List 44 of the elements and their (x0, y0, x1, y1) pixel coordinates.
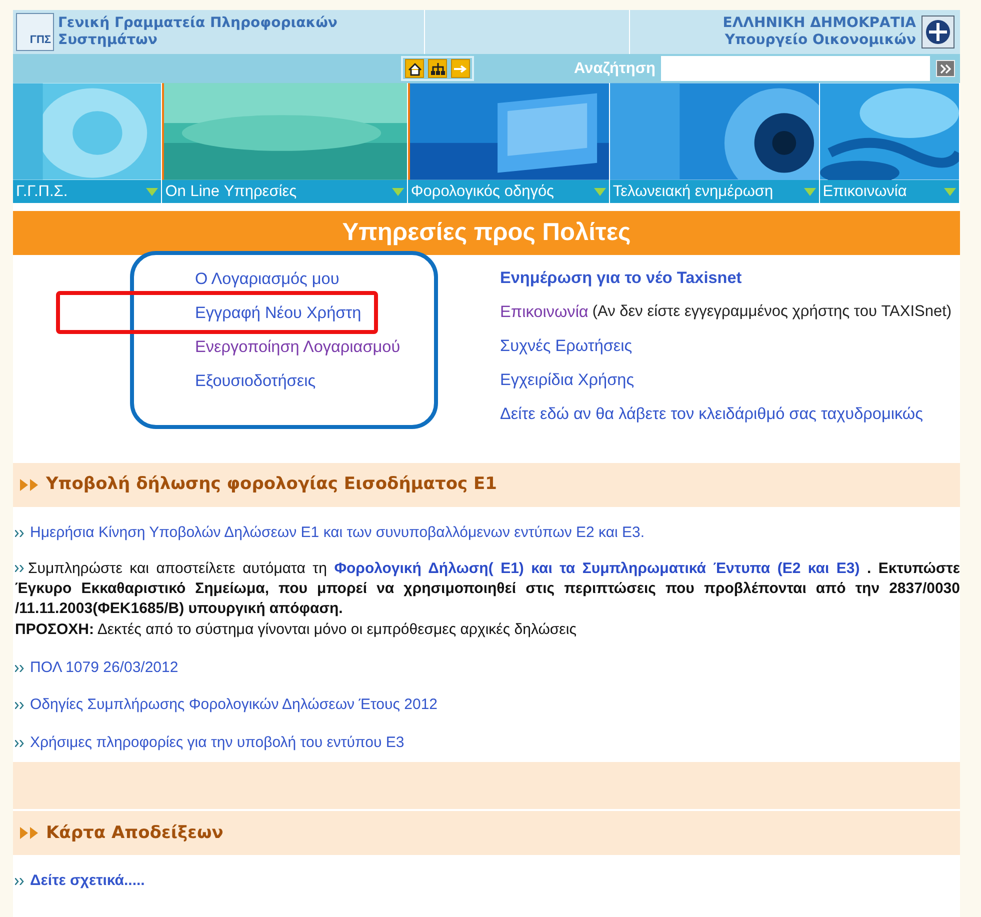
double-chevron-icon (940, 64, 952, 74)
content-link[interactable]: Χρήσιμες πληροφορίες για την υποβολή του εντύπου Ε3 (30, 732, 404, 754)
home-icon (406, 60, 422, 76)
content-link[interactable]: ΠΟΛ 1079 26/03/2012 (30, 656, 178, 680)
section-heading: Κάρτα Αποδείξεων (46, 822, 224, 844)
service-link[interactable]: Ενημέρωση για το νέο Taxisnet (500, 266, 742, 290)
ministry-name: ΕΛΛΗΝΙΚΗ ΔΗΜΟΚΡΑΤΙΑ Υπουργείο Οικονομικών (722, 15, 916, 49)
bullet-icon (15, 664, 24, 672)
caret-icon (944, 188, 956, 196)
emblem-icon (921, 15, 955, 49)
link-note: (Αν δεν είστε εγγεγραμμένος χρήστης του TAXISnet) (592, 302, 952, 322)
sitemap-button[interactable] (428, 59, 447, 78)
section-heading: Υποβολή δήλωσης φορολογίας Εισοδήματος Ε1 (46, 473, 497, 496)
content-link[interactable]: Φορολογική Δήλωση( Ε1) και τα Συμπληρωματικά Έντυπα (Ε2 και Ε3) (334, 560, 860, 576)
bullet-icon (15, 740, 24, 746)
caret-icon (594, 188, 606, 196)
content-link[interactable]: Ημερήσια Κίνηση Υποβολών Δηλώσεων Ε1 και των συνυποβαλλόμενων εντύπων Ε2 και Ε3. (30, 522, 645, 544)
search-button[interactable] (936, 60, 956, 77)
service-link[interactable]: Εγχειρίδια Χρήσης (500, 368, 634, 392)
service-link[interactable]: Συχνές Ερωτήσεις (500, 334, 632, 358)
content-link[interactable]: Οδηγίες Συμπλήρωσης Φορολογικών Δηλώσεων Έτους 2012 (30, 694, 438, 717)
paragraph: Συμπληρώστε και αποστείλετε αυτόματα τη Φορολογική Δήλωση( Ε1) και τα Συμπληρωματικά Έντυπα (Ε2 και Ε3) . Εκτυπώστε Έγκυρο Εκκαθαριστικό Σημείωμα, που μπορεί να χρησιμοποιηθεί στις περιπτώσεις που προβλέπονται από την 2837/0030 /11.11.2003(ΦΕΚ1685/Β) υπουργική απόφαση. (15, 558, 960, 619)
service-link[interactable]: Εξουσιοδοτήσεις (195, 368, 316, 394)
bullet-icon (15, 702, 24, 709)
organization-name: Γενική Γραμματεία Πληροφοριακών Συστημάτων (58, 15, 338, 49)
service-link[interactable]: Ενεργοποίηση Λογαριασμού (195, 334, 400, 360)
service-link[interactable]: Ο Λογαριασμός μου (195, 266, 340, 292)
caret-icon (392, 188, 404, 196)
home-button[interactable] (405, 59, 424, 78)
caret-icon (146, 188, 158, 196)
bullet-icon (15, 878, 24, 885)
caret-icon (804, 188, 816, 196)
service-link[interactable]: Επικοινωνία (500, 300, 588, 324)
warning-text: ΠΡΟΣΟΧΗ: Δεκτές από το σύστημα γίνονται μόνο οι εμπρόθεσμες αρχικές δηλώσεις (15, 620, 578, 640)
service-link[interactable]: Εγγραφή Νέου Χρήστη (195, 304, 362, 322)
bullet-icon (15, 565, 24, 572)
logo[interactable]: ΓΠΣ (16, 13, 54, 51)
sitemap-icon (430, 60, 446, 76)
search-field[interactable] (661, 56, 930, 81)
search-label: Αναζήτηση (574, 58, 656, 79)
service-link[interactable]: Δείτε εδώ αν θα λάβετε τον κλειδάριθμό σας ταχυδρομικώς (500, 402, 923, 426)
bullet-icon (15, 530, 24, 537)
section-title: Υπηρεσίες προς Πολίτες (13, 211, 960, 255)
content-link[interactable]: Δείτε σχετικά..... (30, 870, 145, 893)
